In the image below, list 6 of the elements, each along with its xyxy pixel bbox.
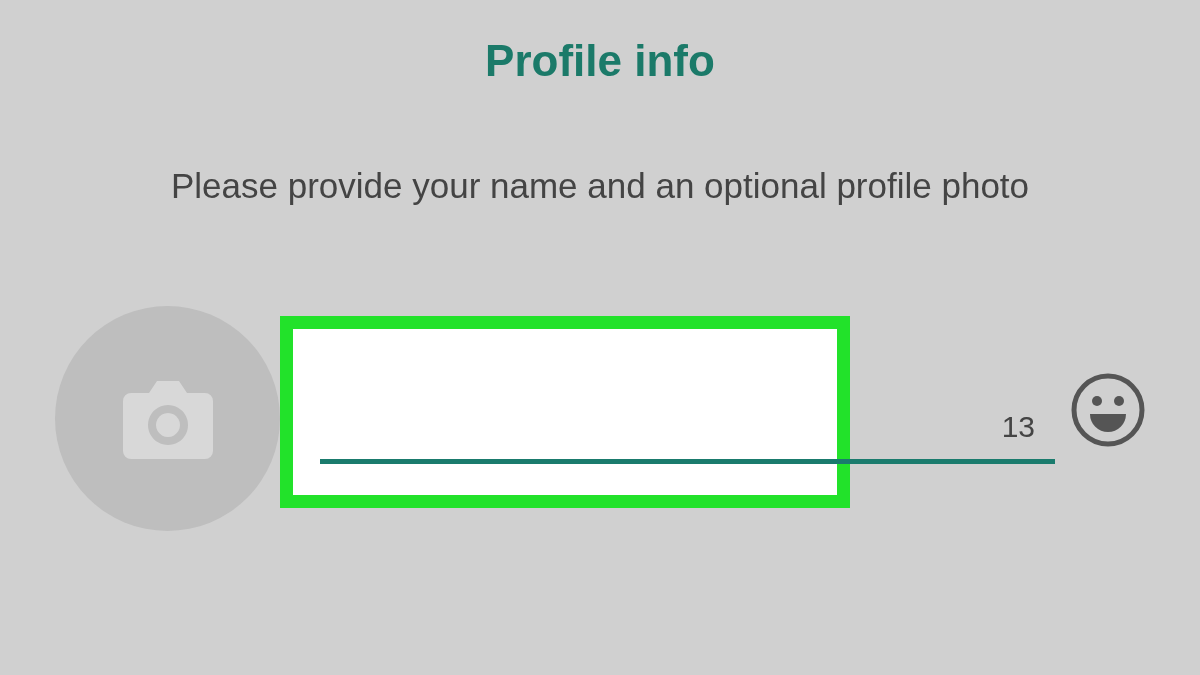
name-input-field[interactable]: 13 bbox=[280, 306, 1055, 531]
instruction-text: Please provide your name and an optional profile photo bbox=[170, 166, 1030, 206]
screen-title: Profile info bbox=[485, 36, 715, 86]
camera-icon bbox=[122, 378, 213, 459]
character-counter: 13 bbox=[1001, 410, 1035, 444]
smiley-icon[interactable] bbox=[1070, 371, 1146, 448]
